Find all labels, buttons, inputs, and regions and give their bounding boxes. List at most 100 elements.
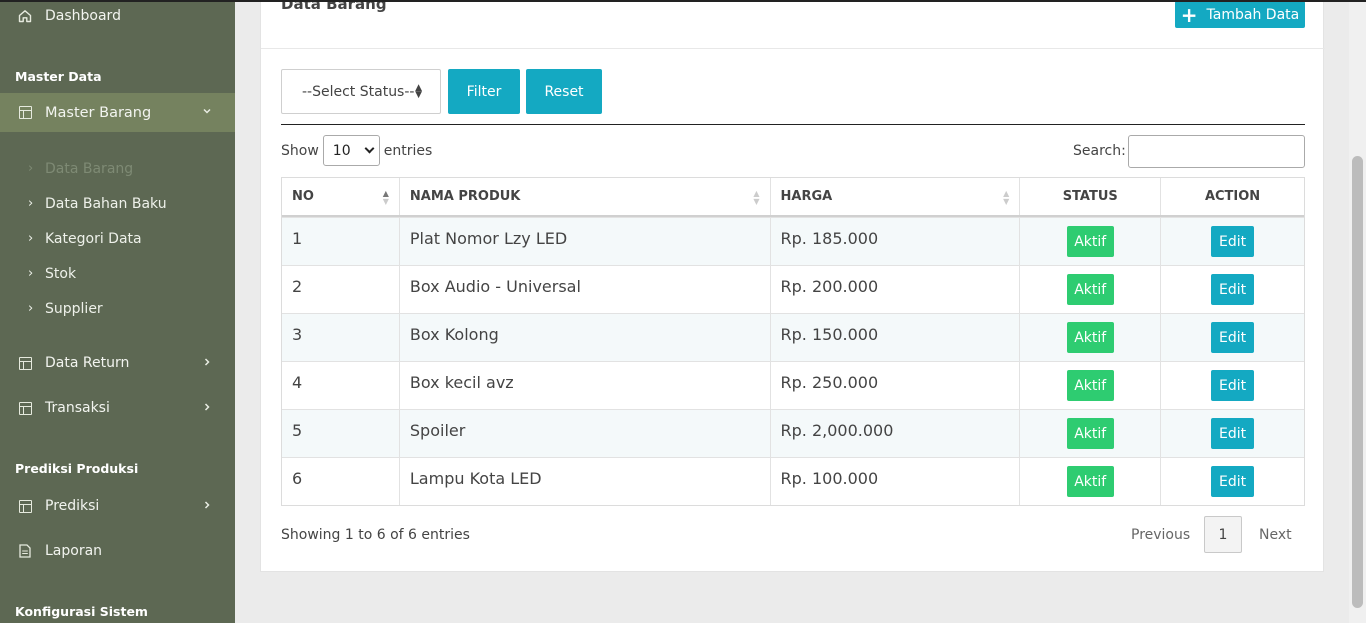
pagination-previous[interactable]: Previous [1131,527,1190,543]
cell-status: Aktif [1020,314,1162,361]
chevron-right-icon: › [28,161,34,176]
status-badge: Aktif [1066,418,1114,449]
cell-no: 5 [282,410,400,457]
entries-length-select[interactable]: 10 [322,135,380,166]
cell-price: Rp. 150.000 [771,314,1021,361]
table-icon [18,106,32,120]
plus-icon: + [1180,2,1198,27]
search-input[interactable] [1128,135,1305,168]
cell-action: Edit [1161,218,1304,265]
column-header-status: STATUS [1020,178,1162,215]
chevron-right-icon [202,499,212,514]
column-header-nama-produk[interactable]: NAMA PRODUK ▲ ▼ [400,178,771,215]
edit-button[interactable]: Edit [1211,322,1255,353]
status-badge: Aktif [1066,466,1114,497]
chevron-right-icon: › [28,301,34,316]
edit-button[interactable]: Edit [1211,466,1255,497]
edit-button[interactable]: Edit [1211,274,1255,305]
cell-status: Aktif [1020,362,1162,409]
sidebar-item-label: Laporan [45,543,103,559]
sidebar-subitem-label: Data Bahan Baku [45,196,167,212]
top-border [0,0,1366,2]
sidebar-item-label: Transaksi [45,400,110,416]
filter-button[interactable]: Filter [448,69,520,114]
chevron-right-icon [202,356,212,371]
sidebar-item-label: Dashboard [45,8,121,24]
cell-action: Edit [1161,314,1304,361]
cell-no: 2 [282,266,400,313]
chevron-right-icon: › [28,196,34,211]
sort-icon: ▲ ▼ [382,189,389,206]
sort-icon: ▲ ▼ [1003,189,1010,206]
vertical-scrollbar[interactable] [1349,0,1366,623]
table-info: Showing 1 to 6 of 6 entries [281,527,470,543]
cell-action: Edit [1161,362,1304,409]
table-icon [18,499,32,513]
sidebar: Dashboard Master Data Master Barang › Da… [0,0,235,623]
cell-no: 1 [282,218,400,265]
cell-name: Spoiler [400,410,771,457]
status-select-value: --Select Status-- [302,83,415,100]
sidebar-item-master-barang[interactable]: Master Barang [0,93,235,132]
cell-status: Aktif [1020,410,1162,457]
pagination-page-1[interactable]: 1 [1204,516,1242,553]
home-icon [18,9,32,23]
chevron-right-icon: › [28,266,34,281]
show-label: Show [281,142,319,159]
edit-button[interactable]: Edit [1211,226,1255,257]
status-badge: Aktif [1066,370,1114,401]
cell-status: Aktif [1020,458,1162,505]
chevron-down-icon [202,105,212,120]
sidebar-item-dashboard[interactable]: Dashboard [0,5,235,27]
cell-status: Aktif [1020,218,1162,265]
cell-name: Box kecil avz [400,362,771,409]
sidebar-item-transaksi[interactable]: Transaksi [0,397,235,419]
data-barang-card: Data Barang + Tambah Data --Select Statu… [260,0,1325,572]
cell-price: Rp. 250.000 [771,362,1021,409]
edit-button[interactable]: Edit [1211,370,1255,401]
table-row: 1 Plat Nomor Lzy LED Rp. 185.000 Aktif E… [282,217,1304,265]
column-header-harga[interactable]: HARGA ▲ ▼ [771,178,1021,215]
pagination-next[interactable]: Next [1259,527,1292,543]
add-data-label: Tambah Data [1206,6,1300,23]
header-label: NAMA PRODUK [409,189,521,204]
column-header-action: ACTION [1204,189,1261,204]
cell-price: Rp. 2,000.000 [771,410,1021,457]
chevron-right-icon: › [28,231,34,246]
sidebar-item-laporan[interactable]: Laporan [0,540,235,562]
entries-label: entries [383,142,433,159]
scrollbar-thumb[interactable] [1352,156,1363,608]
sidebar-item-label: Master Barang [45,104,152,121]
table-header: NO ▲ ▼ NAMA PRODUK ▲ ▼ HARGA ▲ ▼ STATUS ACT… [282,178,1304,217]
status-badge: Aktif [1066,226,1114,257]
sidebar-item-label: Prediksi [45,498,100,514]
sidebar-item-data-return[interactable]: Data Return [0,352,235,374]
table-row: 6 Lampu Kota LED Rp. 100.000 Aktif Edit [282,457,1304,505]
table-icon [18,401,32,415]
cell-action: Edit [1161,410,1304,457]
column-header-no[interactable]: NO ▲ ▼ [282,178,400,215]
cell-no: 6 [282,458,400,505]
status-select[interactable]: --Select Status-- ▲ ▼ [281,69,441,114]
chevron-down-icon [364,143,375,154]
cell-no: 3 [282,314,400,361]
sidebar-subitem-label: Data Barang [45,161,134,177]
edit-button[interactable]: Edit [1211,418,1255,449]
cell-name: Box Audio - Universal [400,266,771,313]
divider [281,124,1305,125]
header-label: HARGA [780,189,833,204]
sort-icon: ▲ ▼ [753,189,760,206]
cell-action: Edit [1161,266,1304,313]
sidebar-item-prediksi[interactable]: Prediksi [0,495,235,517]
table-row: 5 Spoiler Rp. 2,000.000 Aktif Edit [282,409,1304,457]
sidebar-item-label: Data Return [45,355,130,371]
divider [261,48,1325,49]
reset-button[interactable]: Reset [526,69,602,114]
cell-status: Aktif [1020,266,1162,313]
table-row: 2 Box Audio - Universal Rp. 200.000 Akti… [282,265,1304,313]
cell-price: Rp. 100.000 [771,458,1021,505]
add-data-button[interactable]: + Tambah Data [1175,1,1305,28]
sidebar-subitem-label: Supplier [45,301,103,317]
length-control: Show 10 entries [281,135,432,166]
cell-price: Rp. 200.000 [771,266,1021,313]
